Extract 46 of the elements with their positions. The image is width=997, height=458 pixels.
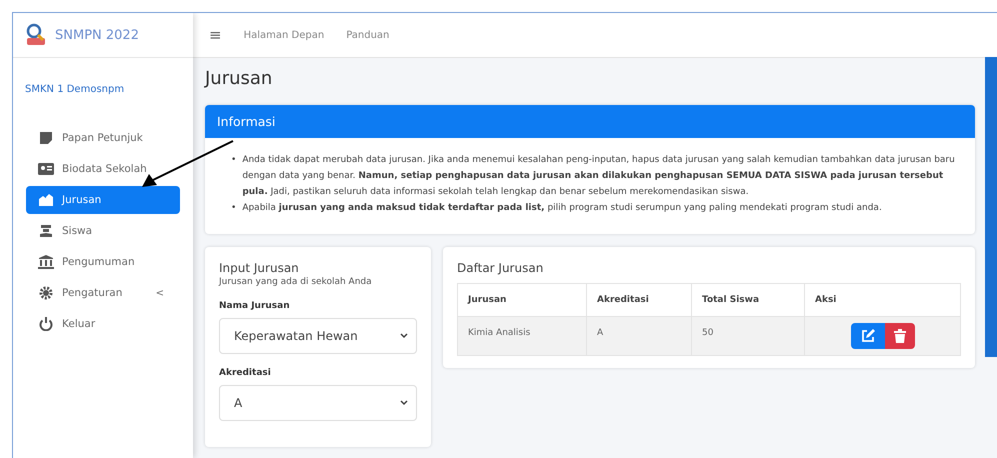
- chevron-down-icon: [400, 333, 408, 339]
- sidebar-item[interactable]: Biodata Sekolah: [26, 155, 180, 183]
- delete-button[interactable]: [884, 323, 914, 349]
- edit-icon: [860, 329, 874, 343]
- card-title: Input Jurusan: [219, 261, 300, 275]
- sidebar-item[interactable]: Siswa: [26, 217, 180, 245]
- field-label: Akreditasi: [219, 368, 272, 378]
- card-subtitle: Jurusan yang ada di sekolah Anda: [219, 277, 373, 287]
- sidebar-item[interactable]: Papan Petunjuk: [26, 124, 180, 152]
- bullet-marker: •: [231, 202, 236, 215]
- gear-icon: [38, 286, 54, 300]
- sidebar-item[interactable]: Keluar: [26, 310, 180, 338]
- table-cell: A: [586, 316, 692, 356]
- student-icon: [38, 224, 54, 238]
- logo-icon: [25, 23, 47, 47]
- bullet-marker: •: [231, 154, 236, 167]
- nav-link[interactable]: Halaman Depan: [244, 30, 324, 40]
- table-cell: 50: [692, 316, 804, 356]
- note-icon: [38, 131, 54, 145]
- building-icon: [38, 193, 54, 207]
- info-bullet: Apabila jurusan yang anda maksud tidak terdaftar pada list, pilih program studi serumpun yang paling mendekati program studi anda.: [242, 202, 883, 215]
- sidebar-item[interactable]: Pengaturan <: [26, 279, 180, 307]
- power-icon: [38, 317, 54, 331]
- bank-icon: [38, 255, 54, 269]
- select-field[interactable]: A: [219, 385, 417, 421]
- info-bullet: Anda tidak dapat merubah data jurusan. Jika anda menemui kesalahan peng-inputan, hapus data jurusan yang salah kemudian tambahkan data jurusan baru dengan data yang benar. Namun, setiap penghapusan data jurusan akan dilakukan penghapusan SEMUA DATA SISWA pada jurusan tersebut pula. Jadi, pastikan seluruh data informasi sekolah telah lengkap dan benar sebelum merekomendasikan siswa.: [242, 154, 955, 199]
- table-cell: Kimia Analisis: [458, 316, 586, 356]
- menu-icon[interactable]: ≡: [209, 26, 222, 44]
- sidebar-item[interactable]: Jurusan: [26, 186, 180, 214]
- id-card-icon: [38, 162, 54, 176]
- select-field[interactable]: Keperawatan Hewan: [219, 318, 417, 354]
- column-header: Jurusan: [458, 284, 586, 316]
- school-name: SMKN 1 Demosnpm: [24, 83, 126, 97]
- page-title: Jurusan: [205, 68, 274, 89]
- edit-button[interactable]: [850, 323, 884, 349]
- nav-link[interactable]: Panduan: [346, 30, 390, 40]
- field-label: Nama Jurusan: [219, 301, 291, 311]
- sidebar-item[interactable]: Pengumuman: [26, 248, 180, 276]
- column-header: Aksi: [804, 284, 960, 316]
- card-title: Daftar Jurusan: [457, 261, 544, 275]
- info-title: Informasi: [217, 114, 276, 129]
- chevron-down-icon: [400, 400, 408, 406]
- caret-icon: <: [156, 288, 164, 298]
- scrollbar[interactable]: [985, 57, 997, 357]
- brand-title: SNMPN 2022: [55, 28, 139, 42]
- trash-icon: [894, 329, 906, 343]
